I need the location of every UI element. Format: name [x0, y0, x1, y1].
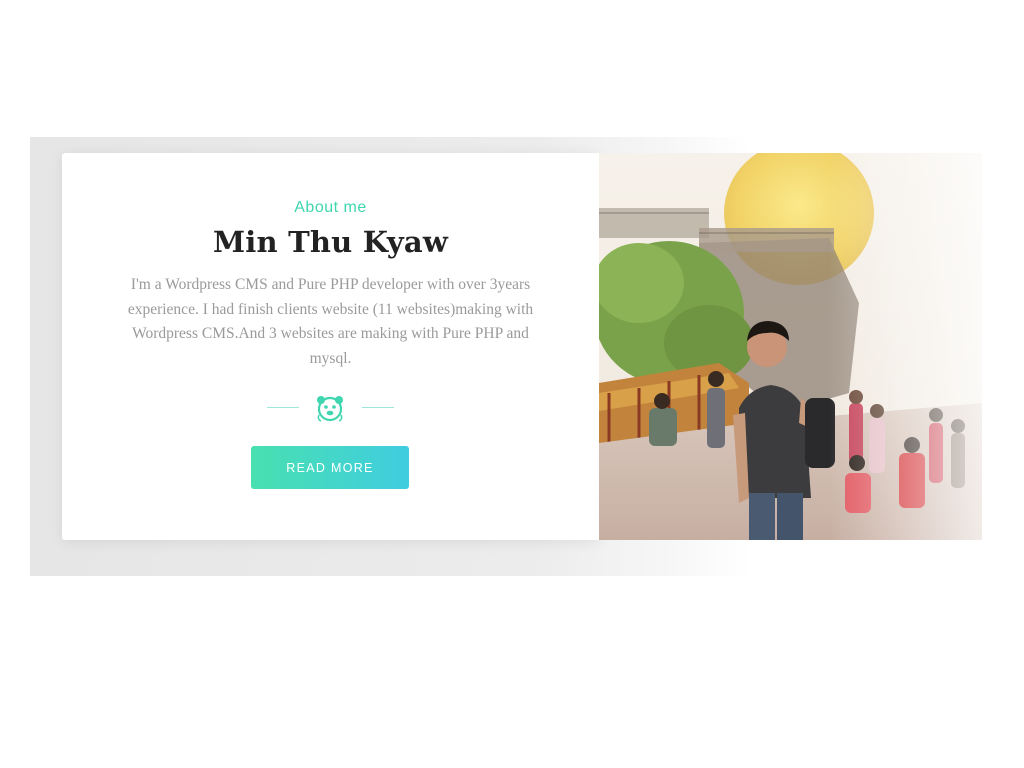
ornament-divider — [62, 391, 599, 425]
about-card: About me Min Thu Kyaw I'm a Wordpress CM… — [62, 153, 599, 540]
about-section: About me Min Thu Kyaw I'm a Wordpress CM… — [0, 0, 1024, 768]
bear-face-icon — [313, 391, 347, 425]
bio-text: I'm a Wordpress CMS and Pure PHP develop… — [127, 276, 534, 367]
section-eyebrow: About me — [294, 199, 367, 216]
divider-line-right — [362, 407, 394, 408]
profile-photo — [599, 153, 982, 540]
person-name: Min Thu Kyaw — [212, 225, 449, 259]
divider-line-left — [267, 407, 299, 408]
read-more-button[interactable]: READ MORE — [251, 446, 409, 489]
